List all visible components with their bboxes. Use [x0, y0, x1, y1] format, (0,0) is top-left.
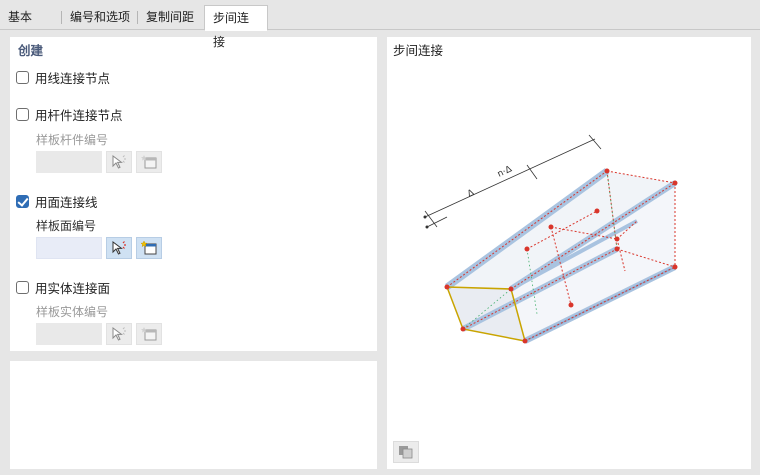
- template-solid-input[interactable]: [36, 323, 102, 345]
- select-list-icon: [141, 327, 157, 341]
- section-title-create: 创建: [18, 43, 44, 58]
- option-connect-nodes-by-members[interactable]: 用杆件连接节点: [16, 106, 123, 123]
- select-member-list-button[interactable]: [136, 151, 162, 173]
- template-surface-input[interactable]: [36, 237, 102, 259]
- tab-copy-spacing[interactable]: 复制间距: [138, 6, 204, 30]
- pick-surface-button[interactable]: [106, 237, 132, 259]
- template-member-input[interactable]: [36, 151, 102, 173]
- pick-arrow-icon: [112, 154, 126, 169]
- tab-label: 基本: [8, 10, 33, 24]
- option-connect-surfaces-by-solids[interactable]: 用实体连接面: [16, 279, 111, 296]
- preview-title: 步间连接: [393, 43, 444, 58]
- tab-bar: 基本 编号和选项 复制间距 步间连接: [0, 0, 760, 49]
- select-surface-list-button[interactable]: [136, 237, 162, 259]
- template-solid-row: [36, 323, 162, 345]
- template-surface-row: [36, 237, 162, 259]
- option-label: 用杆件连接节点: [35, 107, 123, 123]
- tab-step-connection[interactable]: 步间连接: [204, 5, 268, 49]
- option-label: 用线连接节点: [35, 70, 111, 86]
- view-options-button[interactable]: [393, 441, 419, 463]
- select-list-icon: [141, 155, 157, 169]
- option-connect-nodes-by-lines[interactable]: 用线连接节点: [16, 69, 111, 86]
- checkbox-connect-lines-by-surfaces[interactable]: [16, 194, 29, 208]
- step-connection-diagram: Δ n·Δ: [423, 134, 678, 344]
- checkbox-connect-nodes-by-lines[interactable]: [16, 70, 29, 84]
- view-cube-icon: [399, 446, 413, 459]
- checkbox-connect-nodes-by-members[interactable]: [16, 107, 29, 121]
- template-surface-label: 样板面编号: [36, 219, 97, 233]
- tab-basic[interactable]: 基本: [0, 6, 62, 30]
- template-solid-label: 样板实体编号: [36, 305, 109, 319]
- tab-label: 复制间距: [146, 10, 195, 24]
- comment-panel: [10, 361, 377, 469]
- pick-arrow-icon: [112, 326, 126, 341]
- option-label: 用实体连接面: [35, 280, 111, 296]
- select-solid-list-button[interactable]: [136, 323, 162, 345]
- checkbox-connect-surfaces-by-solids[interactable]: [16, 280, 29, 294]
- preview-panel: 步间连接 Δ n·Δ: [387, 37, 751, 469]
- select-list-icon: [140, 240, 157, 255]
- dimension-point: [425, 225, 429, 229]
- pick-arrow-icon: [112, 240, 126, 255]
- dimension-point: [423, 215, 427, 219]
- option-connect-lines-by-surfaces[interactable]: 用面连接线: [16, 193, 98, 210]
- pick-solid-button[interactable]: [106, 323, 132, 345]
- tab-label: 编号和选项: [70, 10, 131, 24]
- template-member-label: 样板杆件编号: [36, 133, 109, 147]
- tab-numbering-options[interactable]: 编号和选项: [62, 6, 138, 30]
- create-panel: 创建 用线连接节点 用杆件连接节点 样板杆件编号 用面连接线 样板面编号 用实体…: [10, 37, 377, 351]
- option-label: 用面连接线: [35, 194, 98, 210]
- template-member-row: [36, 151, 162, 173]
- pick-member-button[interactable]: [106, 151, 132, 173]
